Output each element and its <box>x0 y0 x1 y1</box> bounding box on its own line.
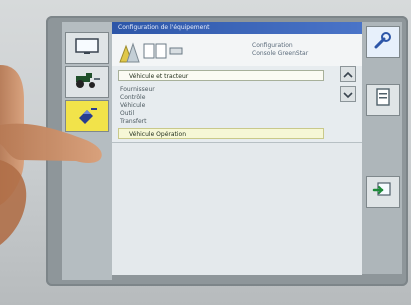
enter-button[interactable] <box>366 176 400 208</box>
display-icon <box>74 37 100 59</box>
satellite-button[interactable] <box>65 100 109 132</box>
chevron-down-icon <box>343 85 353 104</box>
list-item[interactable]: Fournisseur <box>118 86 324 94</box>
chevron-up-icon <box>343 65 353 84</box>
wrench-button[interactable] <box>366 26 400 58</box>
tractor-icon <box>72 71 102 93</box>
header-info-line-2: Console GreenStar <box>252 50 309 57</box>
list-item[interactable]: Contrôle <box>118 94 324 102</box>
tractor-button[interactable] <box>65 66 109 98</box>
scroll-down-button[interactable] <box>340 86 356 102</box>
document-icon <box>373 87 393 113</box>
screen: Configuration de l'équipement Configurat… <box>112 22 362 275</box>
header-info-line-1: Configuration <box>252 42 293 49</box>
header-info: Configuration Console GreenStar <box>252 42 356 58</box>
list-item[interactable]: Transfert <box>118 118 324 126</box>
wrench-icon <box>372 29 394 55</box>
lower-panel <box>112 142 362 275</box>
selected-item-label: Véhicule et tracteur <box>129 73 189 80</box>
left-toolbar <box>62 22 112 280</box>
scroll-up-button[interactable] <box>340 66 356 82</box>
header-icon-strip <box>119 42 183 63</box>
right-toolbar <box>362 22 402 274</box>
header-icons <box>118 40 188 64</box>
satellite-icon <box>73 104 101 128</box>
selected-item-field[interactable]: Véhicule et tracteur <box>118 70 324 81</box>
display-button[interactable] <box>65 32 109 64</box>
list-item[interactable]: Outil <box>118 110 324 118</box>
operation-field[interactable]: Véhicule Opération <box>118 128 324 139</box>
operation-field-label: Véhicule Opération <box>129 131 187 138</box>
list-item[interactable]: Véhicule <box>118 102 324 110</box>
window-title: Configuration de l'équipement <box>112 22 362 34</box>
enter-icon <box>372 179 394 205</box>
document-button[interactable] <box>366 84 400 116</box>
